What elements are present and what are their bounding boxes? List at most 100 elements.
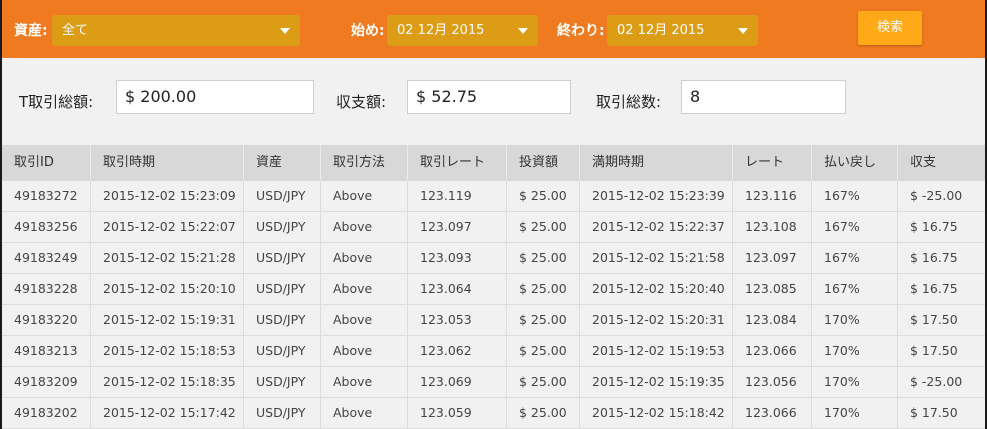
cell-rate: 123.066 [732,336,797,366]
cell-asset: USD/JPY [243,305,306,335]
cell-profit: $ 17.50 [897,305,958,335]
column-header-trade-method[interactable]: 取引方法 [320,145,385,181]
asset-select-value: 全て [62,23,89,38]
cell-profit: $ 16.75 [897,212,958,242]
cell-investment: $ 25.00 [506,367,567,397]
cell-profit: $ 17.50 [897,336,958,366]
cell-payout: 170% [811,398,860,428]
cell-asset: USD/JPY [243,243,306,273]
cell-investment: $ 25.00 [506,181,567,211]
cell-trade-rate: 123.097 [407,212,472,242]
cell-trade-id: 49183249 [14,250,78,265]
cell-expiry-time: 2015-12-02 15:20:31 [579,305,725,335]
cell-trade-method: Above [320,398,372,428]
column-header-investment[interactable]: 投資額 [506,145,558,181]
balance-label: 収支額: [336,93,387,111]
cell-trade-rate: 123.062 [407,336,472,366]
cell-trade-method: Above [320,336,372,366]
cell-trade-id: 49183220 [14,312,78,327]
cell-expiry-time: 2015-12-02 15:22:37 [579,212,725,242]
cell-asset: USD/JPY [243,212,306,242]
column-header-trade-rate[interactable]: 取引レート [407,145,485,181]
total-amount-field[interactable]: $ 200.00 [116,80,314,114]
column-header-expiry-time[interactable]: 満期時期 [579,145,644,181]
cell-trade-time: 2015-12-02 15:21:28 [90,243,236,273]
cell-trade-id: 49183213 [14,343,78,358]
cell-rate: 123.116 [732,181,797,211]
start-date-value: 02 12月 2015 [397,23,485,38]
cell-rate: 123.085 [732,274,797,304]
cell-investment: $ 25.00 [506,243,567,273]
cell-trade-method: Above [320,367,372,397]
cell-expiry-time: 2015-12-02 15:23:39 [579,181,725,211]
column-header-trade-id[interactable]: 取引ID [2,145,54,181]
cell-rate: 123.097 [732,243,797,273]
balance-field[interactable]: $ 52.75 [407,80,571,114]
asset-label: 資産: [14,23,48,39]
column-header-asset[interactable]: 資産 [243,145,282,181]
cell-asset: USD/JPY [243,274,306,304]
cell-trade-method: Above [320,212,372,242]
table-header: 取引ID 取引時期 資産 取引方法 取引レート 投資額 満期時期 レート 払い戻… [2,145,985,181]
column-header-profit[interactable]: 収支 [897,145,936,181]
cell-trade-rate: 123.064 [407,274,472,304]
cell-trade-method: Above [320,305,372,335]
cell-trade-time: 2015-12-02 15:18:35 [90,367,236,397]
cell-trade-id: 49183209 [14,374,78,389]
cell-investment: $ 25.00 [506,212,567,242]
cell-profit: $ -25.00 [897,181,962,211]
cell-trade-rate: 123.059 [407,398,472,428]
cell-trade-id: 49183272 [14,188,78,203]
cell-asset: USD/JPY [243,367,306,397]
cell-trade-time: 2015-12-02 15:19:31 [90,305,236,335]
cell-trade-id: 49183228 [14,281,78,296]
cell-expiry-time: 2015-12-02 15:20:40 [579,274,725,304]
cell-trade-time: 2015-12-02 15:23:09 [90,181,236,211]
cell-rate: 123.084 [732,305,797,335]
cell-payout: 167% [811,274,860,304]
cell-trade-time: 2015-12-02 15:22:07 [90,212,236,242]
column-header-rate[interactable]: レート [732,145,784,181]
cell-asset: USD/JPY [243,181,306,211]
cell-rate: 123.108 [732,212,797,242]
cell-trade-rate: 123.069 [407,367,472,397]
chevron-down-icon [738,28,748,34]
asset-select[interactable]: 全て [52,15,300,46]
cell-expiry-time: 2015-12-02 15:19:53 [579,336,725,366]
end-date-label: 終わり: [557,23,605,39]
cell-payout: 170% [811,367,860,397]
cell-payout: 170% [811,305,860,335]
cell-trade-rate: 123.119 [407,181,472,211]
trade-count-field[interactable]: 8 [681,80,846,114]
table-row: 49183209 2015-12-02 15:18:35 USD/JPY Abo… [2,367,985,398]
table-row: 49183202 2015-12-02 15:17:42 USD/JPY Abo… [2,398,985,429]
column-header-payout[interactable]: 払い戻し [811,145,876,181]
chevron-down-icon [518,28,528,34]
cell-investment: $ 25.00 [506,274,567,304]
end-date-select[interactable]: 02 12月 2015 [607,15,758,46]
trade-history-panel: 資産: 全て 始め: 02 12月 2015 終わり: 02 12月 2015 … [2,0,985,429]
column-header-trade-time[interactable]: 取引時期 [90,145,155,181]
table-row: 49183272 2015-12-02 15:23:09 USD/JPY Abo… [2,181,985,212]
cell-trade-method: Above [320,181,372,211]
cell-asset: USD/JPY [243,336,306,366]
cell-investment: $ 25.00 [506,398,567,428]
cell-trade-time: 2015-12-02 15:17:42 [90,398,236,428]
cell-trade-id: 49183256 [14,219,78,234]
filter-bar: 資産: 全て 始め: 02 12月 2015 終わり: 02 12月 2015 … [2,0,985,58]
cell-trade-id: 49183202 [14,405,78,420]
cell-trade-time: 2015-12-02 15:18:53 [90,336,236,366]
cell-profit: $ 16.75 [897,274,958,304]
search-button[interactable]: 検索 [858,11,922,45]
cell-investment: $ 25.00 [506,305,567,335]
table-row: 49183220 2015-12-02 15:19:31 USD/JPY Abo… [2,305,985,336]
cell-profit: $ -25.00 [897,367,962,397]
cell-rate: 123.066 [732,398,797,428]
end-date-value: 02 12月 2015 [617,23,705,38]
start-date-label: 始め: [351,23,385,39]
cell-trade-method: Above [320,243,372,273]
cell-trade-method: Above [320,274,372,304]
start-date-select[interactable]: 02 12月 2015 [387,15,538,46]
table-row: 49183256 2015-12-02 15:22:07 USD/JPY Abo… [2,212,985,243]
cell-payout: 167% [811,181,860,211]
